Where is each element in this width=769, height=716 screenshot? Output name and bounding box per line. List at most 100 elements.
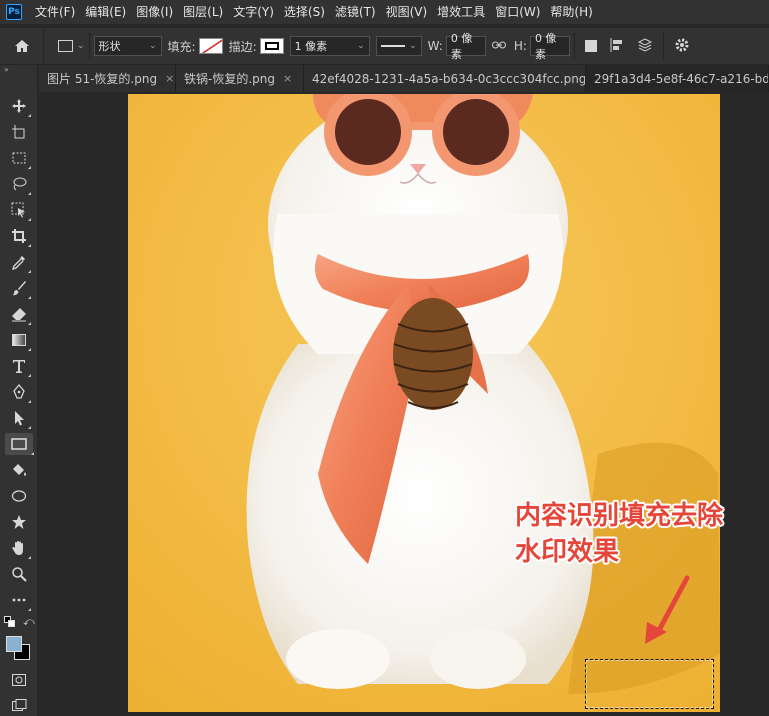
path-operations-icon[interactable] (584, 40, 597, 52)
options-bar: ⌄ 形状 ⌄ 填充: 描边: 1 像素 ⌄ ⌄ W: 0 像素 H: 0 像素 (0, 27, 769, 65)
menu-layer[interactable]: 图层(L) (178, 0, 228, 24)
chevron-down-icon: ⌄ (77, 41, 85, 51)
lasso-tool[interactable] (8, 173, 31, 195)
object-select-tool[interactable] (8, 199, 31, 221)
tab-document-4[interactable]: 29f1a3d4-5e8f-46c7-a216-bde4 (586, 65, 769, 92)
move-tool[interactable] (8, 95, 31, 117)
gradient-tool[interactable] (8, 329, 31, 351)
annotation-line-2: 水印效果 (515, 537, 620, 567)
close-icon[interactable]: × (283, 72, 292, 85)
menu-select[interactable]: 选择(S) (279, 0, 330, 24)
default-bg-mini (8, 620, 15, 627)
chevron-down-icon: ⌄ (149, 41, 157, 51)
brush-tool[interactable] (8, 277, 31, 299)
tab-document-1[interactable]: 图片 51-恢复的.png × (39, 65, 176, 92)
submenu-indicator (28, 348, 31, 351)
collapse-toggle[interactable]: » (0, 65, 37, 75)
type-icon (13, 360, 25, 373)
close-icon[interactable]: × (165, 72, 174, 85)
canvas-area[interactable]: 内容识别填充去除 水印效果 (39, 92, 769, 716)
stroke-swatch-inner (264, 42, 279, 50)
height-input[interactable]: 0 像素 (529, 32, 570, 61)
eraser-tool[interactable] (8, 303, 31, 325)
photoshop-window: Ps 文件(F) 编辑(E) 图像(I) 图层(L) 文字(Y) 选择(S) 滤… (0, 0, 769, 716)
rectangle-preset-icon (58, 40, 73, 52)
paint-bucket-tool[interactable] (8, 459, 30, 481)
quick-mask-button[interactable] (8, 669, 30, 691)
type-tool[interactable] (8, 355, 31, 377)
submenu-indicator (28, 322, 31, 325)
menu-help[interactable]: 帮助(H) (545, 0, 597, 24)
shape-mode-select[interactable]: 形状 ⌄ (93, 36, 162, 56)
screen-mode-button[interactable] (8, 695, 30, 716)
submenu-indicator (28, 270, 31, 273)
eyedropper-tool[interactable] (8, 251, 31, 273)
ellipse-tool[interactable] (8, 485, 30, 507)
annotation-arrow-icon (645, 575, 690, 644)
edit-toolbar-button[interactable] (8, 589, 31, 611)
arrange-icon[interactable] (637, 37, 653, 56)
menu-file[interactable]: 文件(F) (30, 0, 80, 24)
menu-filter[interactable]: 滤镜(T) (330, 0, 381, 24)
tab-label: 42ef4028-1231-4a5a-b634-0c3ccc304fcc.png (312, 71, 586, 86)
submenu-indicator (28, 400, 31, 403)
menu-bar: Ps 文件(F) 编辑(E) 图像(I) 图层(L) 文字(Y) 选择(S) 滤… (0, 0, 769, 24)
tab-document-2[interactable]: 铁锅-恢复的.png × (176, 65, 304, 92)
divider (662, 33, 664, 59)
artboard-icon (12, 125, 25, 139)
submenu-indicator (28, 374, 31, 377)
menu-image[interactable]: 图像(I) (131, 0, 178, 24)
gradient-icon (12, 334, 26, 346)
stroke-swatch[interactable] (259, 38, 284, 54)
artboard-tool[interactable] (8, 121, 30, 143)
menu-plugins[interactable]: 增效工具 (432, 0, 490, 24)
link-icon[interactable] (491, 39, 506, 53)
hand-icon (12, 541, 23, 555)
menu-window[interactable]: 窗口(W) (490, 0, 545, 24)
submenu-indicator (28, 192, 31, 195)
paint-bucket-icon (13, 464, 26, 476)
stroke-type-select[interactable]: ⌄ (375, 36, 422, 56)
menu-type[interactable]: 文字(Y) (228, 0, 279, 24)
marquee-icon (12, 152, 26, 164)
rectangle-tool[interactable] (5, 433, 34, 455)
tab-document-3[interactable]: 42ef4028-1231-4a5a-b634-0c3ccc304fcc.png… (304, 65, 586, 92)
stroke-line-preview (380, 45, 406, 47)
foreground-color-swatch[interactable] (6, 636, 22, 652)
hand-tool[interactable] (8, 537, 31, 559)
crop-tool[interactable] (8, 225, 31, 247)
stroke-width-input[interactable]: 1 像素 ⌄ (289, 36, 370, 56)
submenu-indicator (28, 426, 31, 429)
tool-preset-picker[interactable]: ⌄ (58, 40, 85, 52)
custom-shape-icon (12, 515, 26, 529)
home-button[interactable] (0, 27, 44, 65)
document-image[interactable] (128, 94, 720, 712)
eraser-icon (12, 308, 26, 322)
shape-mode-value: 形状 (98, 40, 121, 53)
zoom-icon (12, 567, 27, 582)
menu-edit[interactable]: 编辑(E) (80, 0, 131, 24)
path-select-tool[interactable] (8, 407, 31, 429)
width-input[interactable]: 0 像素 (445, 32, 486, 61)
gear-icon[interactable] (674, 37, 690, 56)
chevron-down-icon: ⌄ (357, 41, 365, 51)
more-icon (12, 598, 26, 602)
align-icon[interactable] (609, 37, 625, 56)
no-fill-icon (201, 39, 222, 53)
tab-label: 图片 51-恢复的.png (47, 72, 158, 86)
eyedropper-icon (11, 256, 25, 270)
pen-tool[interactable] (8, 381, 31, 403)
zoom-tool[interactable] (8, 563, 30, 585)
fill-swatch[interactable] (198, 38, 223, 54)
submenu-indicator (28, 608, 31, 611)
submenu-indicator (28, 556, 31, 559)
swap-colors-icon[interactable]: ⤺ (23, 615, 35, 629)
selection-marquee[interactable] (585, 659, 714, 709)
rectangle-icon (11, 438, 27, 450)
annotation-text: 内容识别填充去除 水印效果 (515, 498, 723, 570)
default-colors-icon[interactable] (4, 616, 16, 628)
marquee-tool[interactable] (8, 147, 31, 169)
path-select-icon (15, 411, 24, 426)
menu-view[interactable]: 视图(V) (381, 0, 433, 24)
custom-shape-tool[interactable] (8, 511, 30, 533)
